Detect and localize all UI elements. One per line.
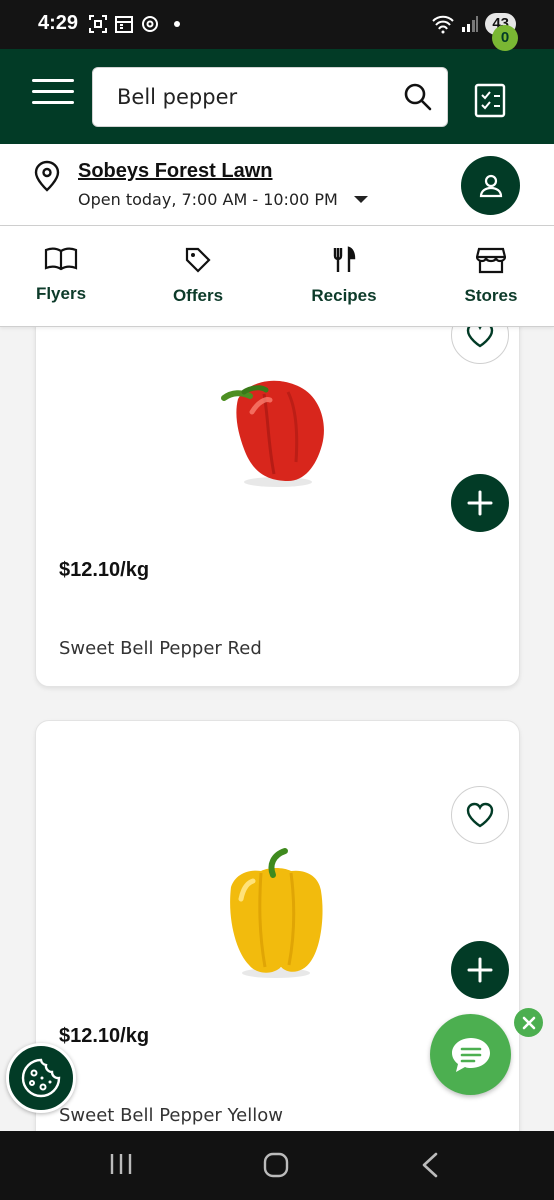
calendar-icon <box>115 16 133 33</box>
system-navigation-bar <box>0 1131 554 1200</box>
tab-offers[interactable]: Offers <box>148 246 248 306</box>
menu-button[interactable] <box>32 79 74 113</box>
store-selector: Sobeys Forest Lawn Open today, 7:00 AM -… <box>0 144 554 226</box>
hamburger-line <box>32 79 74 82</box>
wifi-icon <box>432 15 455 34</box>
user-icon <box>479 174 502 197</box>
hamburger-line <box>32 101 74 104</box>
home-icon[interactable] <box>262 1151 290 1179</box>
tab-stores[interactable]: Stores <box>441 246 541 306</box>
hamburger-line <box>32 90 74 93</box>
notification-dot <box>174 21 180 27</box>
account-button[interactable] <box>461 156 520 215</box>
back-icon[interactable] <box>418 1151 442 1179</box>
close-icon <box>522 1016 535 1029</box>
tab-label: Stores <box>464 286 518 305</box>
search-icon[interactable] <box>403 82 433 112</box>
product-price: $12.10/kg <box>59 1025 150 1047</box>
favorite-button[interactable] <box>451 786 509 844</box>
store-hours-text: Open today, 7:00 AM - 10:00 PM <box>78 190 338 209</box>
tab-label: Flyers <box>35 284 87 303</box>
add-to-list-button[interactable] <box>451 474 509 532</box>
tab-label: Recipes <box>311 286 377 305</box>
red-bell-pepper-image <box>221 380 324 487</box>
fork-knife-icon <box>333 246 356 272</box>
add-to-list-button[interactable] <box>451 941 509 999</box>
app-header: Bell pepper <box>0 49 554 144</box>
shopping-list-icon[interactable] <box>474 82 508 118</box>
store-hours-dropdown[interactable]: Open today, 7:00 AM - 10:00 PM <box>78 190 368 209</box>
book-icon <box>44 247 78 271</box>
screenshot-icon <box>89 15 107 33</box>
tab-label: Offers <box>172 286 224 305</box>
product-name[interactable]: Sweet Bell Pepper Yellow <box>59 1105 283 1126</box>
search-input[interactable]: Bell pepper <box>92 67 448 127</box>
plus-icon <box>467 957 493 983</box>
store-name-link[interactable]: Sobeys Forest Lawn <box>78 160 273 183</box>
tag-icon <box>185 247 211 273</box>
tab-flyers[interactable]: Flyers <box>11 246 111 304</box>
storefront-icon <box>476 247 506 274</box>
plus-icon <box>467 490 493 516</box>
favorite-button[interactable] <box>451 327 509 364</box>
product-card[interactable]: $12.10/kg Sweet Bell Pepper Red <box>35 327 520 687</box>
yellow-bell-pepper-image <box>230 848 323 978</box>
heart-icon <box>466 327 494 348</box>
product-name[interactable]: Sweet Bell Pepper Red <box>59 638 262 659</box>
chat-button[interactable] <box>430 1014 511 1095</box>
search-value: Bell pepper <box>117 85 238 109</box>
cookie-settings-button[interactable] <box>6 1043 76 1113</box>
signal-icon <box>462 16 479 32</box>
threads-icon <box>142 16 158 32</box>
product-list: $12.10/kg Sweet Bell Pepper Red $12.10/k… <box>0 327 554 1131</box>
product-price: $12.10/kg <box>59 559 150 581</box>
chat-bubble-icon <box>451 1037 490 1072</box>
tab-recipes[interactable]: Recipes <box>294 246 394 306</box>
cookie-icon <box>21 1058 61 1098</box>
cart-count-badge: 0 <box>492 25 518 51</box>
heart-icon <box>466 802 494 828</box>
location-pin-icon <box>34 160 60 192</box>
clock: 4:29 <box>38 12 79 34</box>
close-chat-button[interactable] <box>514 1008 543 1037</box>
recent-apps-icon[interactable] <box>108 1151 134 1177</box>
main-nav: Flyers Offers Recipes Stores <box>0 226 554 327</box>
caret-down-icon <box>353 196 368 203</box>
status-icons <box>88 14 180 34</box>
status-bar: 4:29 43 <box>0 0 554 49</box>
